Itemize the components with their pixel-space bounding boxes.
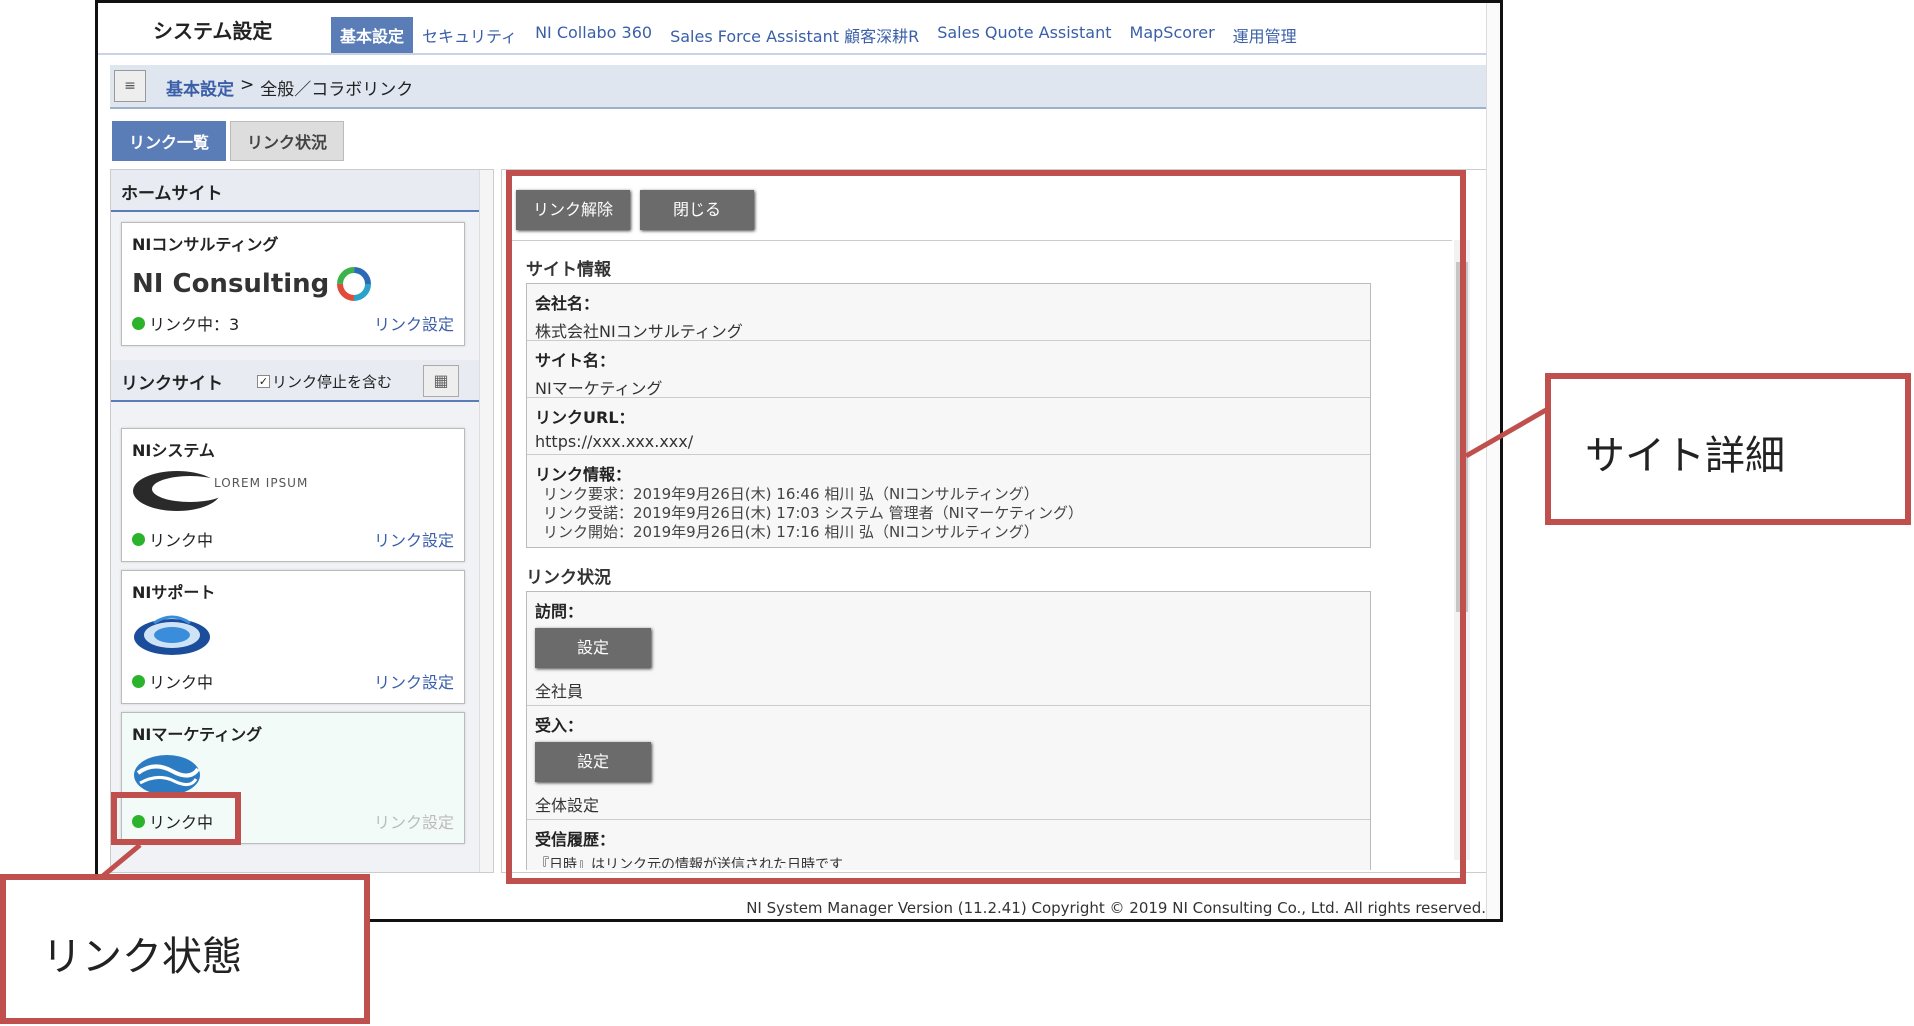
site-detail-callout: サイト詳細	[1545, 373, 1911, 525]
link-state-callout-text: リンク状態	[42, 934, 242, 980]
link-state-callout: リンク状態	[0, 874, 370, 1024]
site-detail-callout-text: サイト詳細	[1585, 433, 1785, 479]
